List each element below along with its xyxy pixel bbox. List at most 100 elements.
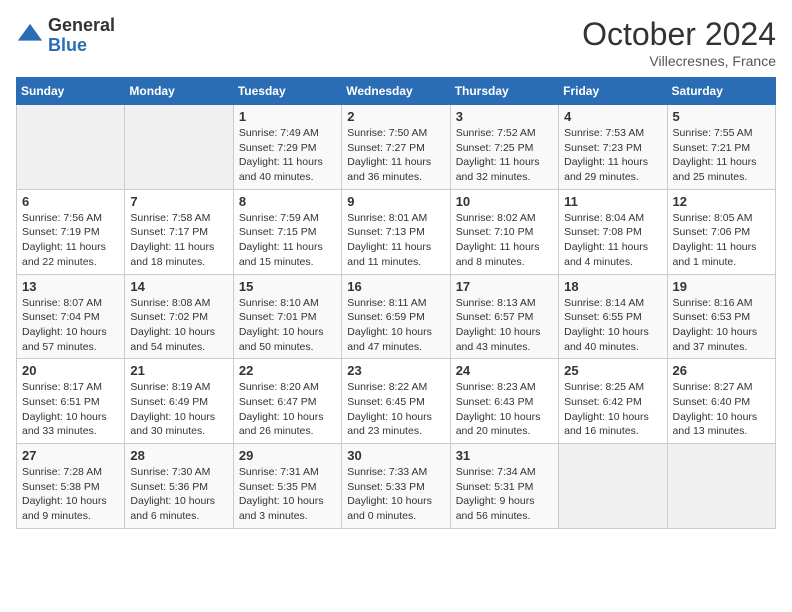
calendar-cell: 28Sunrise: 7:30 AMSunset: 5:36 PMDayligh… <box>125 444 233 529</box>
day-info: Sunset: 7:27 PM <box>347 141 444 156</box>
calendar-cell: 3Sunrise: 7:52 AMSunset: 7:25 PMDaylight… <box>450 105 558 190</box>
day-info: Daylight: 11 hours and 4 minutes. <box>564 240 661 269</box>
day-info: Sunrise: 8:10 AM <box>239 296 336 311</box>
day-number: 29 <box>239 448 336 463</box>
day-info: Sunrise: 7:53 AM <box>564 126 661 141</box>
day-info: Sunrise: 7:58 AM <box>130 211 227 226</box>
day-info: Daylight: 10 hours and 20 minutes. <box>456 410 553 439</box>
day-number: 25 <box>564 363 661 378</box>
calendar-cell: 10Sunrise: 8:02 AMSunset: 7:10 PMDayligh… <box>450 189 558 274</box>
calendar-body: 1Sunrise: 7:49 AMSunset: 7:29 PMDaylight… <box>17 105 776 529</box>
calendar-cell: 30Sunrise: 7:33 AMSunset: 5:33 PMDayligh… <box>342 444 450 529</box>
page-header: General Blue October 2024 Villecresnes, … <box>16 16 776 69</box>
day-info: Sunset: 6:45 PM <box>347 395 444 410</box>
day-info: Daylight: 10 hours and 13 minutes. <box>673 410 770 439</box>
calendar-cell: 25Sunrise: 8:25 AMSunset: 6:42 PMDayligh… <box>559 359 667 444</box>
day-info: Daylight: 10 hours and 16 minutes. <box>564 410 661 439</box>
day-info: Sunset: 7:29 PM <box>239 141 336 156</box>
day-info: Daylight: 10 hours and 26 minutes. <box>239 410 336 439</box>
calendar-cell: 17Sunrise: 8:13 AMSunset: 6:57 PMDayligh… <box>450 274 558 359</box>
day-number: 26 <box>673 363 770 378</box>
logo-general-text: General <box>48 16 115 36</box>
day-info: Daylight: 11 hours and 8 minutes. <box>456 240 553 269</box>
day-number: 31 <box>456 448 553 463</box>
day-info: Sunrise: 8:13 AM <box>456 296 553 311</box>
calendar-cell: 21Sunrise: 8:19 AMSunset: 6:49 PMDayligh… <box>125 359 233 444</box>
day-info: Daylight: 10 hours and 43 minutes. <box>456 325 553 354</box>
day-number: 10 <box>456 194 553 209</box>
weekday-header-wednesday: Wednesday <box>342 78 450 105</box>
weekday-header-friday: Friday <box>559 78 667 105</box>
day-info: Sunset: 5:35 PM <box>239 480 336 495</box>
day-info: Daylight: 11 hours and 11 minutes. <box>347 240 444 269</box>
day-number: 1 <box>239 109 336 124</box>
day-info: Sunset: 7:01 PM <box>239 310 336 325</box>
day-info: Sunset: 5:38 PM <box>22 480 119 495</box>
title-block: October 2024 Villecresnes, France <box>582 16 776 69</box>
day-number: 30 <box>347 448 444 463</box>
day-info: Sunrise: 8:04 AM <box>564 211 661 226</box>
day-info: Daylight: 11 hours and 18 minutes. <box>130 240 227 269</box>
calendar-cell <box>559 444 667 529</box>
day-info: Daylight: 11 hours and 1 minute. <box>673 240 770 269</box>
day-info: Sunrise: 8:17 AM <box>22 380 119 395</box>
calendar-cell: 14Sunrise: 8:08 AMSunset: 7:02 PMDayligh… <box>125 274 233 359</box>
day-info: Daylight: 11 hours and 40 minutes. <box>239 155 336 184</box>
day-info: Daylight: 11 hours and 15 minutes. <box>239 240 336 269</box>
day-info: Sunrise: 8:07 AM <box>22 296 119 311</box>
day-info: Daylight: 10 hours and 37 minutes. <box>673 325 770 354</box>
day-info: Sunset: 7:23 PM <box>564 141 661 156</box>
day-number: 19 <box>673 279 770 294</box>
day-info: Daylight: 10 hours and 23 minutes. <box>347 410 444 439</box>
day-info: Sunrise: 7:59 AM <box>239 211 336 226</box>
calendar-cell <box>125 105 233 190</box>
day-number: 15 <box>239 279 336 294</box>
day-info: Daylight: 11 hours and 25 minutes. <box>673 155 770 184</box>
calendar-cell: 19Sunrise: 8:16 AMSunset: 6:53 PMDayligh… <box>667 274 775 359</box>
calendar-cell <box>17 105 125 190</box>
day-info: Sunset: 6:47 PM <box>239 395 336 410</box>
day-info: Sunrise: 8:08 AM <box>130 296 227 311</box>
calendar-cell: 16Sunrise: 8:11 AMSunset: 6:59 PMDayligh… <box>342 274 450 359</box>
day-info: Sunset: 6:49 PM <box>130 395 227 410</box>
week-row-3: 13Sunrise: 8:07 AMSunset: 7:04 PMDayligh… <box>17 274 776 359</box>
day-info: Sunset: 6:51 PM <box>22 395 119 410</box>
day-info: Sunset: 6:40 PM <box>673 395 770 410</box>
day-number: 2 <box>347 109 444 124</box>
day-info: Daylight: 10 hours and 9 minutes. <box>22 494 119 523</box>
day-info: Sunset: 6:43 PM <box>456 395 553 410</box>
calendar-cell: 22Sunrise: 8:20 AMSunset: 6:47 PMDayligh… <box>233 359 341 444</box>
location: Villecresnes, France <box>582 53 776 69</box>
day-info: Sunrise: 7:28 AM <box>22 465 119 480</box>
logo-icon <box>16 22 44 50</box>
day-number: 12 <box>673 194 770 209</box>
day-info: Sunrise: 8:16 AM <box>673 296 770 311</box>
calendar-cell: 8Sunrise: 7:59 AMSunset: 7:15 PMDaylight… <box>233 189 341 274</box>
calendar-cell: 12Sunrise: 8:05 AMSunset: 7:06 PMDayligh… <box>667 189 775 274</box>
day-info: Sunset: 7:21 PM <box>673 141 770 156</box>
calendar-cell: 23Sunrise: 8:22 AMSunset: 6:45 PMDayligh… <box>342 359 450 444</box>
weekday-header-tuesday: Tuesday <box>233 78 341 105</box>
week-row-1: 1Sunrise: 7:49 AMSunset: 7:29 PMDaylight… <box>17 105 776 190</box>
day-info: Daylight: 10 hours and 40 minutes. <box>564 325 661 354</box>
day-info: Sunrise: 7:49 AM <box>239 126 336 141</box>
day-info: Sunrise: 8:11 AM <box>347 296 444 311</box>
calendar-cell: 20Sunrise: 8:17 AMSunset: 6:51 PMDayligh… <box>17 359 125 444</box>
day-info: Daylight: 11 hours and 32 minutes. <box>456 155 553 184</box>
day-number: 3 <box>456 109 553 124</box>
day-info: Daylight: 10 hours and 3 minutes. <box>239 494 336 523</box>
logo-blue-text: Blue <box>48 36 115 56</box>
day-info: Sunrise: 8:25 AM <box>564 380 661 395</box>
calendar-cell: 6Sunrise: 7:56 AMSunset: 7:19 PMDaylight… <box>17 189 125 274</box>
day-info: Sunset: 7:19 PM <box>22 225 119 240</box>
week-row-2: 6Sunrise: 7:56 AMSunset: 7:19 PMDaylight… <box>17 189 776 274</box>
day-info: Sunrise: 7:50 AM <box>347 126 444 141</box>
day-info: Sunrise: 8:23 AM <box>456 380 553 395</box>
day-number: 6 <box>22 194 119 209</box>
calendar-cell: 5Sunrise: 7:55 AMSunset: 7:21 PMDaylight… <box>667 105 775 190</box>
calendar-cell: 9Sunrise: 8:01 AMSunset: 7:13 PMDaylight… <box>342 189 450 274</box>
day-info: Sunset: 7:17 PM <box>130 225 227 240</box>
weekday-header-monday: Monday <box>125 78 233 105</box>
day-info: Daylight: 10 hours and 6 minutes. <box>130 494 227 523</box>
day-info: Sunset: 7:04 PM <box>22 310 119 325</box>
